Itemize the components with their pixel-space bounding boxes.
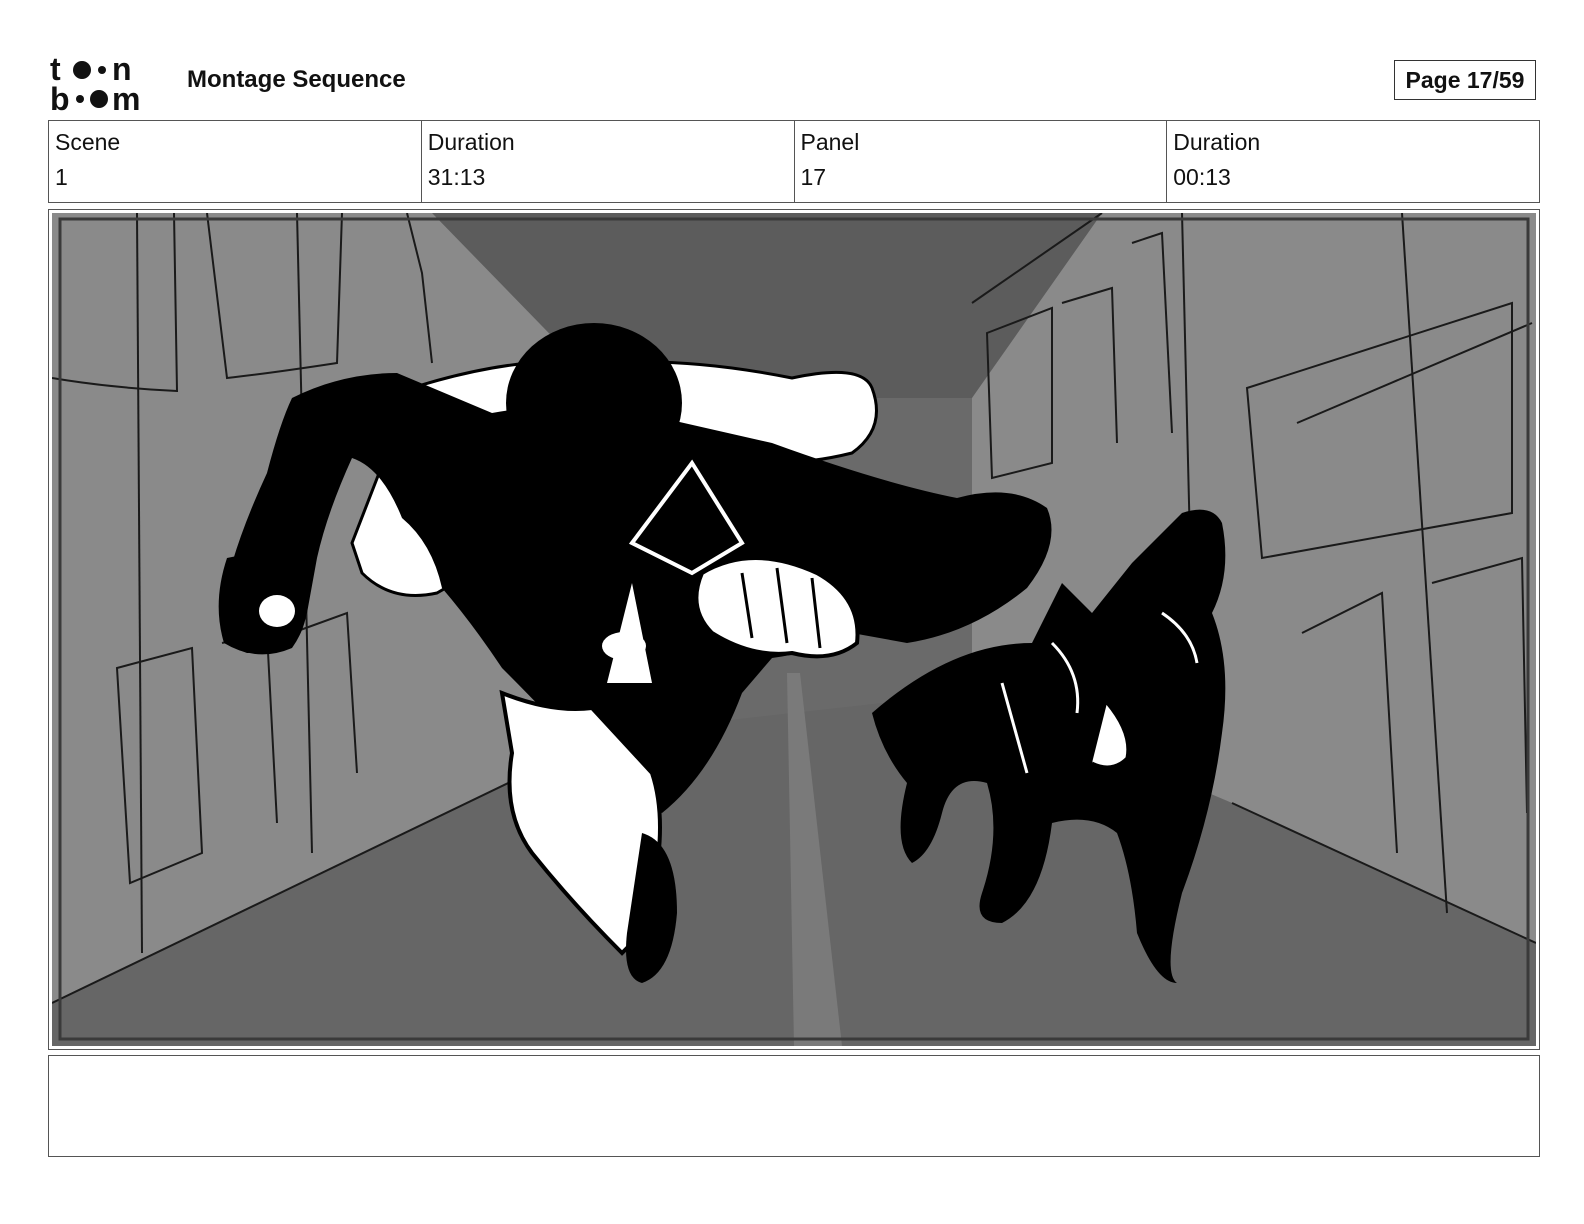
panel-info-table: Scene 1 Duration 31:13 Panel 17 Duration… <box>48 120 1540 203</box>
scene-duration-cell: Duration 31:13 <box>422 121 795 202</box>
panel-label: Panel <box>800 129 860 155</box>
panel-cell: Panel 17 <box>795 121 1168 202</box>
scene-duration-value: 31:13 <box>427 164 486 190</box>
storyboard-drawing <box>52 213 1536 1046</box>
toonboom-logo: t n b m <box>50 51 162 117</box>
scene-value: 1 <box>55 164 68 190</box>
scene-duration-label: Duration <box>427 129 515 155</box>
svg-text:b: b <box>50 81 70 114</box>
storyboard-panel <box>48 209 1540 1050</box>
panel-duration-cell: Duration 00:13 <box>1167 121 1539 202</box>
scene-cell: Scene 1 <box>49 121 422 202</box>
panel-duration-value: 00:13 <box>1173 164 1231 190</box>
scene-label: Scene <box>55 129 121 155</box>
panel-duration-label: Duration <box>1173 129 1261 155</box>
page-number: Page 17/59 <box>1394 60 1536 100</box>
svg-text:m: m <box>112 81 140 114</box>
document-title: Montage Sequence <box>187 66 406 93</box>
panel-notes-box[interactable] <box>48 1055 1540 1157</box>
panel-value: 17 <box>800 164 827 190</box>
